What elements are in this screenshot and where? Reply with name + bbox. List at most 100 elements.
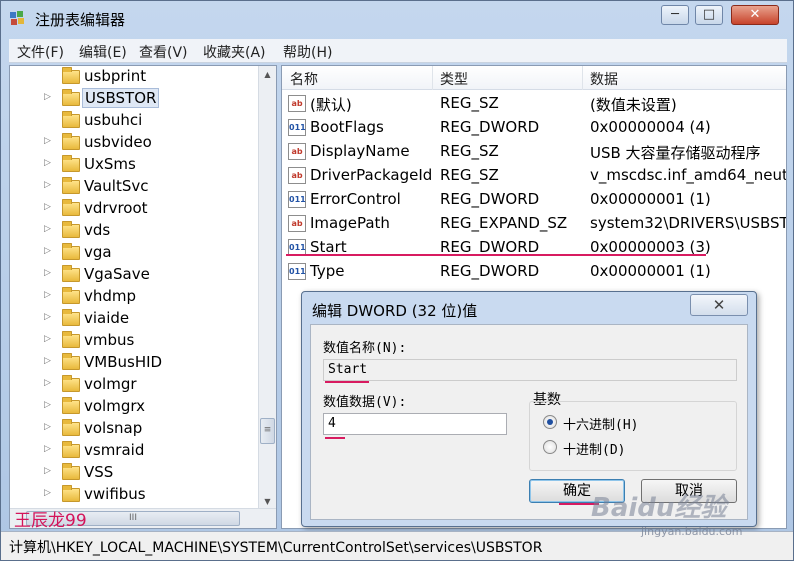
tree-item[interactable]: usbuhci — [10, 110, 260, 132]
folder-icon — [62, 199, 80, 216]
tree-item-label: UxSms — [84, 155, 136, 173]
tree-item-label: vdrvroot — [84, 199, 148, 217]
tree-item[interactable]: ▷ VSS — [10, 462, 260, 484]
expand-arrow-icon[interactable]: ▷ — [44, 136, 51, 146]
value-row[interactable]: 011 BootFlags REG_DWORD 0x00000004 (4) — [282, 116, 786, 140]
expand-arrow-icon[interactable]: ▷ — [44, 290, 51, 300]
string-value-icon: ab — [288, 167, 306, 184]
tree-item[interactable]: ▷ volmgrx — [10, 396, 260, 418]
tree-item[interactable]: ▷ vsmraid — [10, 440, 260, 462]
tree-item[interactable]: ▷ USBSTOR — [10, 88, 260, 110]
tree-item[interactable]: ▷ VgaSave — [10, 264, 260, 286]
value-type: REG_DWORD — [440, 118, 540, 136]
dialog-close-button[interactable]: ✕ — [690, 294, 748, 316]
menu-view[interactable]: 查看(V) — [139, 42, 188, 62]
value-name: ErrorControl — [310, 190, 401, 208]
tree-item[interactable]: usbprint — [10, 66, 260, 88]
string-value-icon: ab — [288, 95, 306, 112]
menu-help[interactable]: 帮助(H) — [283, 42, 332, 62]
tree-item[interactable]: ▷ volsnap — [10, 418, 260, 440]
expand-arrow-icon[interactable]: ▷ — [44, 268, 51, 278]
title-bar[interactable]: 注册表编辑器 ─ □ ✕ — [1, 1, 793, 37]
expand-arrow-icon[interactable]: ▷ — [44, 246, 51, 256]
column-header-data[interactable]: 数据 — [590, 69, 618, 89]
menu-file[interactable]: 文件(F) — [17, 42, 64, 62]
value-row[interactable]: 011 Start REG_DWORD 0x00000003 (3) — [282, 236, 786, 260]
radio-dec[interactable] — [543, 440, 557, 454]
value-row[interactable]: ab ImagePath REG_EXPAND_SZ system32\DRIVERS… — [282, 212, 786, 236]
tree-item[interactable]: ▷ usbvideo — [10, 132, 260, 154]
value-data: system32\DRIVERS\USBSTO — [590, 214, 787, 232]
binary-value-icon: 011 — [288, 191, 306, 208]
status-path: 计算机\HKEY_LOCAL_MACHINE\SYSTEM\CurrentCon… — [9, 540, 543, 556]
column-divider[interactable] — [432, 66, 433, 90]
tree-item[interactable]: ▷ vdrvroot — [10, 198, 260, 220]
expand-arrow-icon[interactable]: ▷ — [44, 422, 51, 432]
tree-item[interactable]: ▷ VMBusHID — [10, 352, 260, 374]
binary-value-icon: 011 — [288, 119, 306, 136]
tree-item-label: vga — [84, 243, 112, 261]
value-name: ImagePath — [310, 214, 390, 232]
expand-arrow-icon[interactable]: ▷ — [44, 400, 51, 410]
value-data-input[interactable]: 4 — [323, 413, 507, 435]
expand-arrow-icon[interactable]: ▷ — [44, 158, 51, 168]
regedit-app-icon — [10, 11, 24, 25]
value-name-field: Start — [323, 359, 737, 381]
expand-arrow-icon[interactable]: ▷ — [44, 356, 51, 366]
binary-value-icon: 011 — [288, 263, 306, 280]
value-row[interactable]: 011 ErrorControl REG_DWORD 0x00000001 (1) — [282, 188, 786, 212]
column-header-type[interactable]: 类型 — [440, 69, 468, 89]
menu-favorites[interactable]: 收藏夹(A) — [203, 42, 266, 62]
value-row[interactable]: ab (默认) REG_SZ (数值未设置) — [282, 92, 786, 116]
maximize-button[interactable]: □ — [695, 5, 723, 25]
column-header-name[interactable]: 名称 — [290, 69, 318, 89]
tree-item[interactable]: ▷ UxSms — [10, 154, 260, 176]
value-type: REG_SZ — [440, 166, 499, 184]
key-tree-pane: usbprint ▷ USBSTOR usbuhci ▷ usbvideo ▷ UxSms ▷ V… — [9, 65, 277, 529]
tree-vertical-scrollbar[interactable]: ▲ ≡ ▼ — [258, 66, 276, 510]
expand-arrow-icon[interactable]: ▷ — [44, 202, 51, 212]
column-divider[interactable] — [582, 66, 583, 90]
expand-arrow-icon[interactable]: ▷ — [44, 444, 51, 454]
expand-arrow-icon[interactable]: ▷ — [44, 334, 51, 344]
radio-hex-label[interactable]: 十六进制(H) — [563, 414, 638, 433]
tree-item[interactable]: ▷ vwifibus — [10, 484, 260, 506]
tree-item[interactable]: ▷ vmbus — [10, 330, 260, 352]
tree-scroll-thumb[interactable]: ≡ — [260, 418, 275, 444]
tree-item[interactable]: ▷ VaultSvc — [10, 176, 260, 198]
radio-dec-label[interactable]: 十进制(D) — [563, 439, 625, 458]
expand-arrow-icon[interactable]: ▷ — [44, 378, 51, 388]
value-name: (默认) — [310, 96, 352, 114]
tree-item[interactable]: ▷ volmgr — [10, 374, 260, 396]
value-type: REG_DWORD — [440, 190, 540, 208]
value-row[interactable]: ab DriverPackageId REG_SZ v_mscdsc.inf_amd6… — [282, 164, 786, 188]
value-row[interactable]: ab DisplayName REG_SZ USB 大容量存储驱动程序 — [282, 140, 786, 164]
folder-icon — [62, 221, 80, 238]
value-name-label: 数值名称(N): — [323, 341, 407, 356]
minimize-button[interactable]: ─ — [661, 5, 689, 25]
folder-icon — [62, 375, 80, 392]
tree-item[interactable]: ▷ vhdmp — [10, 286, 260, 308]
tree-item[interactable]: ▷ vds — [10, 220, 260, 242]
menu-bar: 文件(F) 编辑(E) 查看(V) 收藏夹(A) 帮助(H) — [9, 39, 787, 63]
expand-arrow-icon[interactable]: ▷ — [44, 488, 51, 498]
value-type: REG_SZ — [440, 94, 499, 112]
author-watermark: 王辰龙99 — [14, 511, 87, 529]
tree-item[interactable]: ▷ viaide — [10, 308, 260, 330]
expand-arrow-icon[interactable]: ▷ — [44, 466, 51, 476]
expand-arrow-icon[interactable]: ▷ — [44, 312, 51, 322]
expand-arrow-icon[interactable]: ▷ — [44, 224, 51, 234]
radio-hex[interactable] — [543, 415, 557, 429]
menu-edit[interactable]: 编辑(E) — [79, 42, 127, 62]
value-row[interactable]: 011 Type REG_DWORD 0x00000001 (1) — [282, 260, 786, 284]
scroll-up-arrow-icon[interactable]: ▲ — [259, 66, 276, 83]
folder-icon — [62, 309, 80, 326]
folder-icon — [62, 67, 80, 84]
expand-arrow-icon[interactable]: ▷ — [44, 180, 51, 190]
expand-arrow-icon[interactable]: ▷ — [44, 92, 51, 102]
tree-item[interactable]: ▷ vga — [10, 242, 260, 264]
value-data: 0x00000004 (4) — [590, 118, 711, 136]
close-button[interactable]: ✕ — [731, 5, 779, 25]
tree-item-label: vsmraid — [84, 441, 145, 459]
tree-item-label: volsnap — [84, 419, 143, 437]
